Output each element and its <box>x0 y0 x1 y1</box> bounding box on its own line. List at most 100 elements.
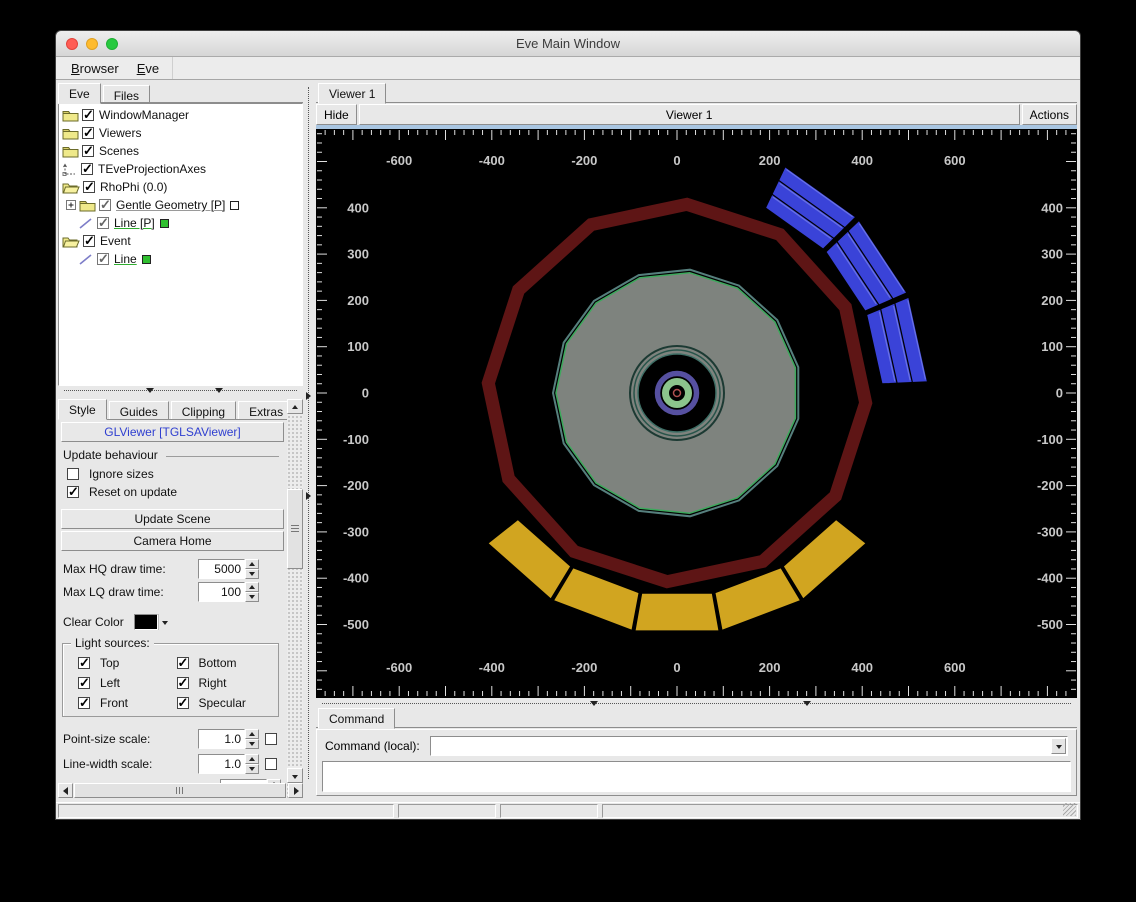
vertical-scroll-thumb[interactable] <box>287 489 303 569</box>
tab-clipping[interactable]: Clipping <box>170 401 237 420</box>
light-checkbox-front[interactable]: Front <box>75 695 174 711</box>
spin-down-button[interactable] <box>245 591 259 602</box>
spin-up-button[interactable] <box>245 581 259 592</box>
command-output-box[interactable] <box>322 761 1071 792</box>
spin-up-button[interactable] <box>245 753 259 764</box>
horizontal-scroll-thumb[interactable] <box>74 783 286 798</box>
editor-horizontal-scrollbar[interactable] <box>58 783 303 798</box>
status-segment <box>500 804 598 818</box>
light-sources-title: Light sources: <box>71 636 154 650</box>
spin-value[interactable]: 1.0 <box>198 728 245 749</box>
checkbox[interactable] <box>176 655 189 671</box>
light-checkbox-top[interactable]: Top <box>75 655 174 671</box>
light-checkbox-right[interactable]: Right <box>174 675 273 691</box>
checkbox[interactable] <box>67 468 79 480</box>
clear-color-dropdown-button[interactable] <box>157 613 171 630</box>
tree-editor-splitter[interactable] <box>58 386 303 395</box>
tab-command[interactable]: Command <box>318 708 396 729</box>
update-scene-button[interactable]: Update Scene <box>61 509 284 529</box>
viewer-title-bar[interactable]: Viewer 1 <box>358 104 1020 125</box>
scroll-up-button[interactable] <box>287 399 303 414</box>
axis-tick-label: 400 <box>851 660 873 675</box>
light-checkbox-specular[interactable]: Specular <box>174 695 273 711</box>
splitter-chevron-icon <box>306 492 311 500</box>
checkbox-label: Specular <box>198 696 246 710</box>
scale-apply-checkbox[interactable] <box>265 732 277 745</box>
tree-item-line[interactable]: Line <box>62 250 302 268</box>
tree-item-checkbox[interactable] <box>97 251 109 267</box>
axis-tick-label: -300 <box>1037 524 1063 539</box>
checkbox[interactable] <box>78 675 90 691</box>
panes-splitter[interactable] <box>304 83 314 783</box>
spin-down-button[interactable] <box>245 568 259 579</box>
checkbox[interactable] <box>176 675 189 691</box>
spin-down-button[interactable] <box>245 763 259 774</box>
tree-item-event[interactable]: Event <box>62 232 302 250</box>
axis-tick-label: 200 <box>1041 293 1063 308</box>
tree-item-rhophi-0-0-[interactable]: RhoPhi (0.0) <box>62 178 302 196</box>
status-segment <box>58 804 394 818</box>
tree-item-teveprojectionaxes[interactable]: TEveProjectionAxes <box>62 160 302 178</box>
spin-up-button[interactable] <box>245 558 259 569</box>
combo-dropdown-button[interactable] <box>1051 738 1066 754</box>
tree-item-checkbox[interactable] <box>82 143 94 159</box>
scroll-left-button[interactable] <box>58 783 73 798</box>
spin-down-button[interactable] <box>245 738 259 749</box>
tab-viewer-1[interactable]: Viewer 1 <box>318 83 387 104</box>
scroll-down-button[interactable] <box>287 768 303 783</box>
camera-home-button[interactable]: Camera Home <box>61 531 284 551</box>
hide-button[interactable]: Hide <box>316 104 357 125</box>
checkbox[interactable] <box>78 655 90 671</box>
tree-item-checkbox[interactable] <box>81 161 93 177</box>
eve-list-tree: WindowManager Viewers Scenes TEveProjection… <box>58 103 303 386</box>
command-input-combo[interactable] <box>429 736 1068 756</box>
gl-viewer-canvas[interactable]: -600 -600 -400 -400 -200 -200 0 0 200 200 400 400 60… <box>316 125 1077 698</box>
tree-item-viewers[interactable]: Viewers <box>62 124 302 142</box>
axis-tick-label: -600 <box>386 153 412 168</box>
tab-eve[interactable]: Eve <box>58 83 101 104</box>
spin-value[interactable]: 100 <box>198 581 245 602</box>
scroll-right-button[interactable] <box>288 783 303 798</box>
actions-button[interactable]: Actions <box>1021 104 1077 125</box>
glviewer-header-button[interactable]: GLViewer [TGLSAViewer] <box>61 422 284 442</box>
tree-item-windowmanager[interactable]: WindowManager <box>62 106 302 124</box>
tree-item-checkbox[interactable] <box>99 197 111 213</box>
tab-extras[interactable]: Extras <box>238 401 295 420</box>
clear-color-swatch[interactable] <box>133 613 158 630</box>
tree-item-line-p-[interactable]: Line [P] <box>62 214 302 232</box>
tree-item-gentle-geometry-p-[interactable]: Gentle Geometry [P] <box>62 196 302 214</box>
title-bar[interactable]: Eve Main Window <box>56 31 1080 57</box>
light-checkbox-left[interactable]: Left <box>75 675 174 691</box>
line-icon <box>78 253 94 266</box>
tab-guides[interactable]: Guides <box>108 401 169 420</box>
spin-value[interactable]: 5000 <box>198 558 245 579</box>
axis-tick-label: -400 <box>343 571 369 586</box>
checkbox-row-ignore-sizes[interactable]: Ignore sizes <box>64 467 154 481</box>
tab-style[interactable]: Style <box>58 399 107 420</box>
tree-item-checkbox[interactable] <box>82 107 94 123</box>
scale-row-point-size-scale-: Point-size scale: 1.0 <box>63 728 281 749</box>
spin-value[interactable]: 1.0 <box>198 753 245 774</box>
checkbox-row-reset-on-update[interactable]: Reset on update <box>64 484 177 500</box>
tree-item-scenes[interactable]: Scenes <box>62 142 302 160</box>
tree-item-checkbox[interactable] <box>83 233 95 249</box>
checkbox[interactable] <box>78 695 90 711</box>
spin-buttons <box>245 558 259 579</box>
tree-item-checkbox[interactable] <box>83 179 95 195</box>
checkbox[interactable] <box>67 484 79 500</box>
spin-row-label: Max HQ draw time: <box>63 561 166 576</box>
viewer-command-splitter[interactable] <box>316 699 1077 708</box>
resize-grip[interactable] <box>1063 803 1076 816</box>
checkbox[interactable] <box>176 695 189 711</box>
axis-tick-label: 200 <box>759 153 781 168</box>
spin-buttons <box>245 728 259 749</box>
menu-browser[interactable]: Browser <box>62 59 128 78</box>
editor-vertical-scrollbar[interactable] <box>287 399 303 783</box>
tree-item-checkbox[interactable] <box>97 215 109 231</box>
menu-eve[interactable]: Eve <box>128 59 168 78</box>
tree-item-checkbox[interactable] <box>82 125 94 141</box>
scale-apply-checkbox[interactable] <box>265 757 277 770</box>
spin-up-button[interactable] <box>245 728 259 739</box>
expand-plus-icon[interactable] <box>66 200 76 210</box>
light-checkbox-bottom[interactable]: Bottom <box>174 655 273 671</box>
